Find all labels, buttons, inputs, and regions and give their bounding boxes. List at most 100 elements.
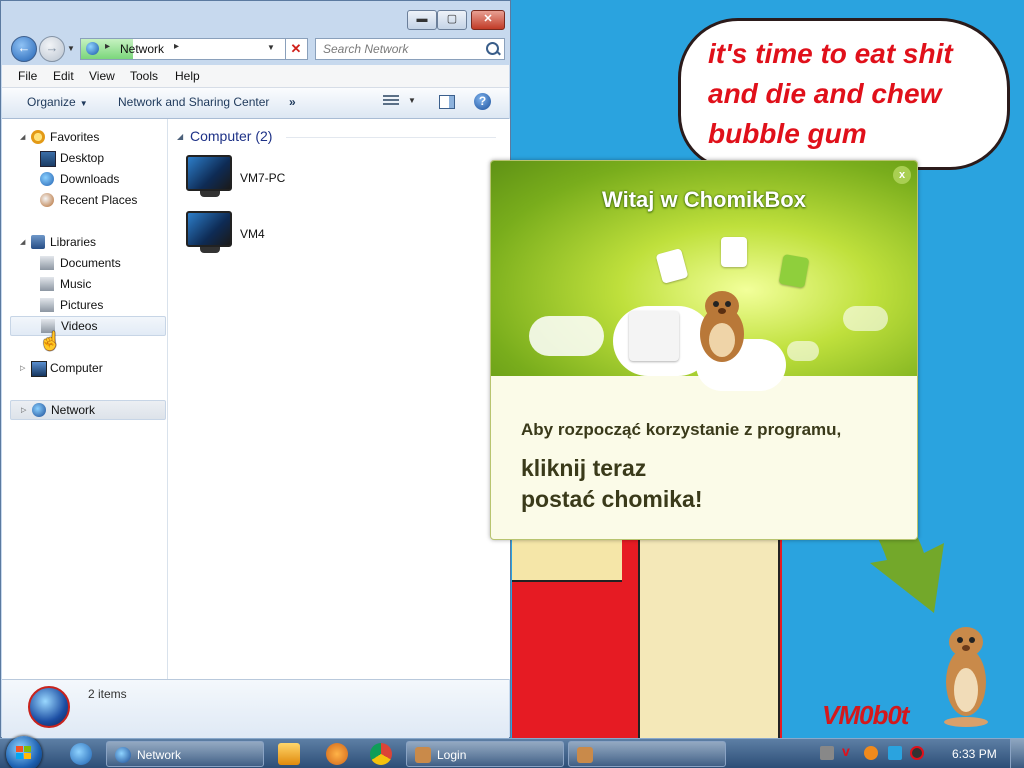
network-globe-large-icon	[28, 686, 70, 728]
computer-item[interactable]: VM7-PC	[186, 155, 386, 203]
documents-icon	[40, 256, 54, 270]
nav-desktop[interactable]: Desktop	[2, 148, 166, 168]
expand-arrow-icon[interactable]: ◢	[20, 238, 25, 246]
menu-tools[interactable]: Tools	[130, 69, 158, 83]
popup-cta-line-1: kliknij teraz	[521, 455, 647, 481]
expand-arrow-icon[interactable]: ◢	[20, 133, 25, 141]
recent-pages-dropdown-icon[interactable]: ▼	[67, 44, 75, 53]
search-input[interactable]	[321, 41, 485, 57]
computer-monitor-icon	[186, 155, 232, 191]
menu-view[interactable]: View	[89, 69, 115, 83]
minimize-button[interactable]: ▬	[407, 10, 437, 30]
system-tray: v	[812, 743, 942, 765]
organize-button[interactable]: Organize ▼	[27, 95, 88, 109]
book-file-icon	[778, 253, 810, 289]
music-icon	[40, 277, 54, 291]
title-bar[interactable]: ▬ ▢ ✕	[1, 1, 510, 31]
computer-monitor-icon	[186, 211, 232, 247]
address-row: ← → ▼ ▸ Network ▸ ▼ ✕	[1, 33, 510, 63]
nav-favorites-label: Favorites	[50, 130, 100, 144]
item-count: 2 items	[88, 687, 127, 701]
taskbar-chomikbox-window[interactable]	[568, 741, 726, 767]
desktop-icon	[40, 151, 56, 167]
nav-favorites[interactable]: ◢ Favorites	[2, 127, 166, 147]
monitor-stand	[200, 247, 220, 253]
nav-music[interactable]: Music	[2, 274, 166, 294]
close-button[interactable]: ✕	[471, 10, 505, 30]
nav-desktop-label: Desktop	[60, 151, 105, 165]
taskbar-login-window[interactable]: Login	[406, 741, 564, 767]
nav-videos[interactable]: Videos	[10, 316, 166, 336]
search-icon[interactable]	[486, 42, 499, 55]
stop-loading-icon[interactable]: ✕	[285, 39, 306, 59]
chrome-icon[interactable]	[370, 743, 392, 765]
tray-record-icon[interactable]	[910, 746, 924, 760]
preview-pane-icon[interactable]	[439, 95, 455, 109]
popup-hero-banner: Witaj w ChomikBox x	[491, 161, 917, 391]
nav-pictures[interactable]: Pictures	[2, 295, 166, 315]
network-globe-icon	[86, 42, 99, 55]
forward-button[interactable]: →	[39, 36, 65, 62]
nav-downloads[interactable]: Downloads	[2, 169, 166, 189]
back-arrow-icon: ←	[17, 40, 31, 55]
show-desktop-button[interactable]	[1010, 739, 1024, 768]
hamster-mascot-icon[interactable]	[691, 286, 753, 364]
wallpaper-signature: VM0b0t	[822, 700, 909, 730]
menu-edit[interactable]: Edit	[53, 69, 74, 83]
photo-file-icon	[721, 237, 747, 267]
nav-documents[interactable]: Documents	[2, 253, 166, 273]
tray-monitor-icon[interactable]	[888, 746, 902, 760]
hamster-app-icon[interactable]	[326, 743, 348, 765]
address-bar[interactable]: ▸ Network ▸ ▼ ✕	[80, 38, 308, 60]
details-pane: 2 items	[2, 679, 509, 738]
address-segment-network[interactable]: Network	[120, 42, 164, 56]
nav-downloads-label: Downloads	[60, 172, 120, 186]
tray-search-icon[interactable]	[864, 746, 878, 760]
tray-antivirus-icon[interactable]: v	[842, 743, 856, 759]
internet-explorer-icon[interactable]	[70, 743, 92, 765]
hand-cursor-icon: ☝	[39, 331, 62, 351]
nav-recent-places[interactable]: Recent Places	[2, 190, 166, 210]
popup-call-to-action: kliknij teraz postać chomika!	[521, 453, 703, 515]
minimize-icon: ▬	[416, 13, 428, 25]
start-button[interactable]	[6, 736, 42, 768]
explorer-window: ▬ ▢ ✕ ← → ▼ ▸ Network ▸ ▼ ✕ File Edit Vi…	[0, 0, 511, 738]
chomikbox-welcome-popup[interactable]: Witaj w ChomikBox x Aby rozpocząć korzys…	[490, 160, 918, 540]
popup-close-button[interactable]: x	[893, 166, 911, 184]
computer-item[interactable]: VM4	[186, 211, 386, 259]
search-box[interactable]	[315, 38, 505, 60]
address-dropdown-icon[interactable]: ▼	[267, 43, 275, 52]
taskbar-network-window[interactable]: Network	[106, 741, 264, 767]
maximize-button[interactable]: ▢	[437, 10, 467, 30]
windows-logo-icon	[16, 746, 32, 760]
recent-places-icon	[40, 193, 54, 207]
nav-computer[interactable]: ▷ Computer	[2, 358, 166, 378]
menu-file[interactable]: File	[18, 69, 37, 83]
collapse-group-icon[interactable]: ◢	[177, 132, 183, 141]
network-sharing-center-button[interactable]: Network and Sharing Center	[118, 95, 269, 109]
nav-network[interactable]: ▷ Network	[10, 400, 166, 420]
navigation-pane: ◢ Favorites Desktop Downloads Recent Pla…	[2, 119, 168, 679]
address-chevron-icon[interactable]: ▸	[105, 41, 110, 52]
taskbar-network-label: Network	[137, 748, 182, 762]
group-header-computer[interactable]: Computer (2)	[190, 128, 272, 144]
address-chevron-icon[interactable]: ▸	[174, 41, 179, 52]
tray-app-icon[interactable]	[820, 746, 834, 760]
maximize-icon: ▢	[446, 13, 458, 25]
network-icon	[32, 403, 46, 417]
nav-libraries[interactable]: ◢ Libraries	[2, 232, 166, 252]
change-view-icon[interactable]	[383, 95, 399, 109]
group-divider	[286, 137, 496, 138]
media-player-icon[interactable]	[278, 743, 300, 765]
back-button[interactable]: ←	[11, 36, 37, 62]
menu-help[interactable]: Help	[175, 69, 200, 83]
taskbar-clock[interactable]: 6:33 PM	[952, 747, 997, 761]
cloud-shape	[529, 316, 604, 356]
views-dropdown-icon[interactable]: ▼	[408, 96, 416, 105]
expand-arrow-icon[interactable]: ▷	[20, 364, 25, 372]
help-icon[interactable]: ?	[474, 93, 491, 110]
close-icon: ✕	[483, 13, 493, 25]
expand-arrow-icon[interactable]: ▷	[21, 406, 26, 414]
hamster-mascot-icon[interactable]	[936, 612, 996, 730]
more-commands-button[interactable]: »	[289, 95, 296, 109]
